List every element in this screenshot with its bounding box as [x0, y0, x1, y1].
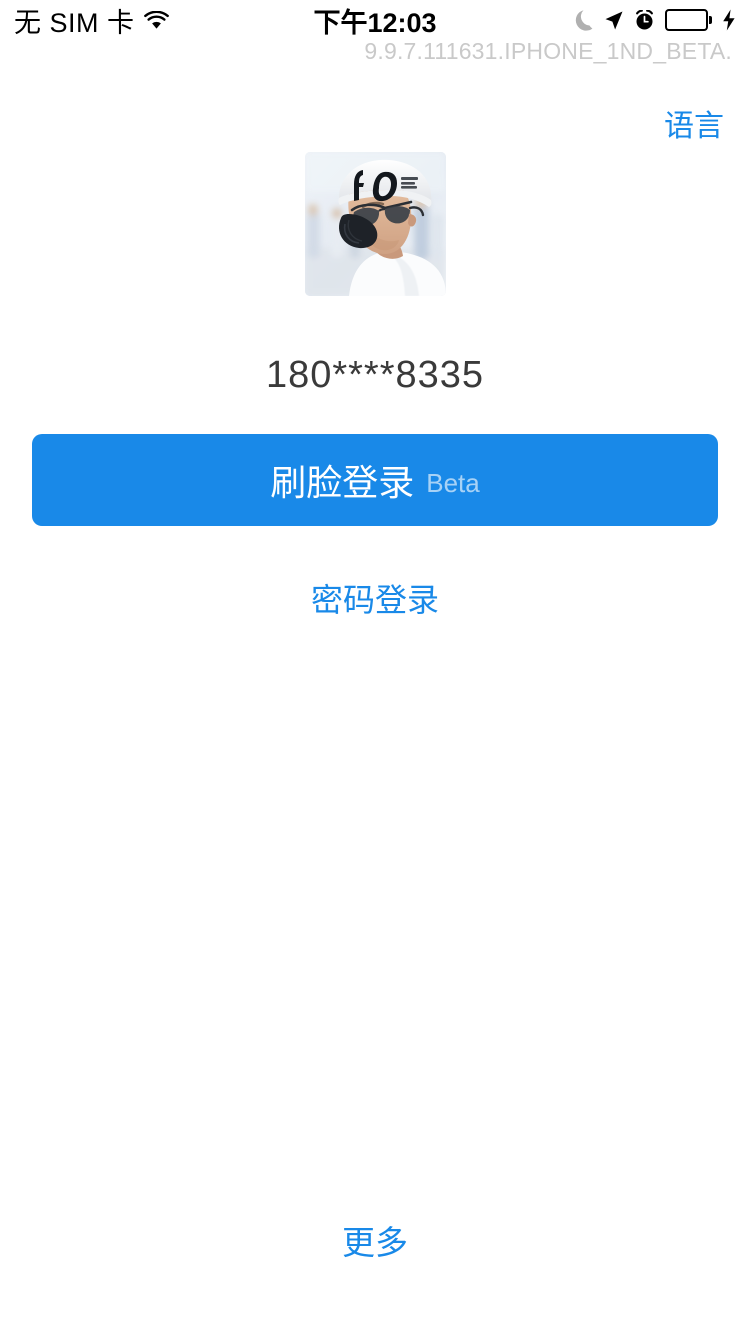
do-not-disturb-moon-icon [574, 9, 594, 31]
battery-icon [665, 9, 712, 31]
charging-bolt-icon [722, 9, 736, 31]
location-arrow-icon [604, 10, 624, 31]
face-login-label: 刷脸登录 [270, 462, 415, 503]
status-bar: 无 SIM 卡 下午12:03 [0, 0, 750, 40]
status-bar-left: 无 SIM 卡 [14, 1, 375, 40]
more-options-link[interactable]: 更多 [0, 1216, 750, 1264]
avatar-photo [305, 152, 446, 296]
face-login-button[interactable]: 刷脸登录 Beta [32, 434, 718, 526]
alarm-clock-icon [634, 9, 655, 31]
language-button[interactable]: 语言 [664, 101, 724, 145]
carrier-label: 无 SIM 卡 [14, 7, 135, 38]
login-screen: 无 SIM 卡 下午12:03 9.9.7.111631.IPHONE_1ND_… [0, 0, 750, 1334]
avatar[interactable] [305, 152, 446, 296]
beta-badge: Beta [426, 467, 480, 498]
password-login-link[interactable]: 密码登录 [0, 575, 750, 621]
status-bar-right [375, 9, 736, 31]
wifi-icon [143, 10, 169, 30]
masked-phone-number: 180****8335 [265, 354, 485, 396]
app-version-label: 9.9.7.111631.IPHONE_1ND_BETA. [364, 38, 732, 64]
